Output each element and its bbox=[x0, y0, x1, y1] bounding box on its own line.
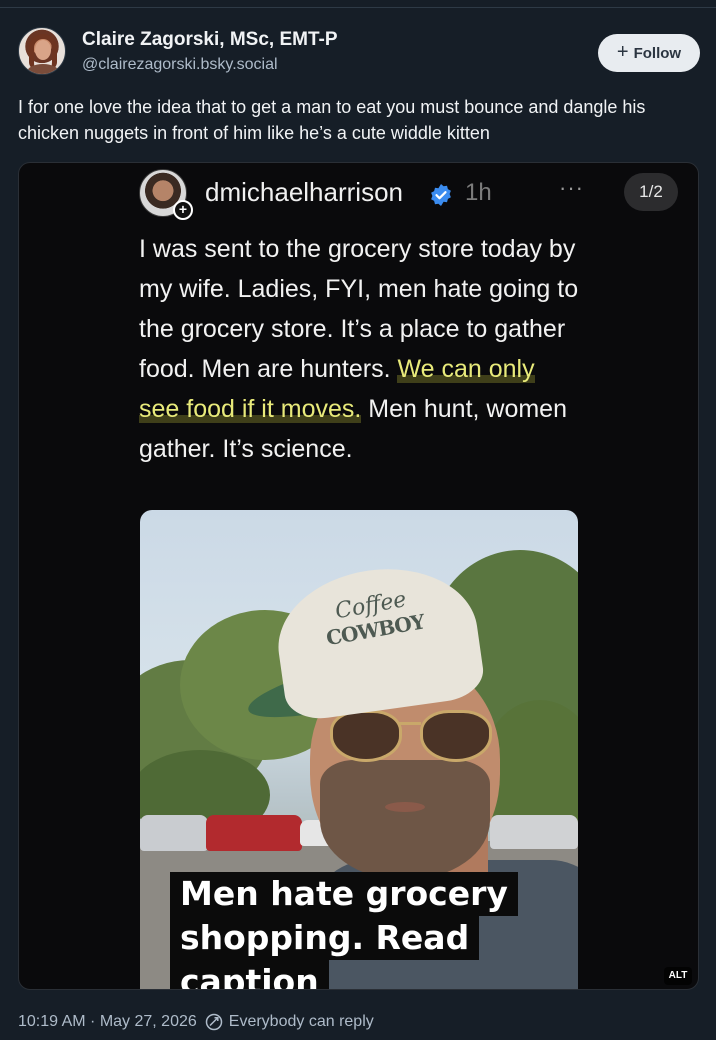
author-avatar[interactable] bbox=[18, 27, 66, 75]
post-timestamp[interactable]: 10:19 AM · May 27, 2026 bbox=[18, 1013, 197, 1031]
plus-icon: + bbox=[616, 41, 629, 63]
top-divider bbox=[0, 0, 716, 8]
video-caption-line: caption bbox=[170, 960, 329, 989]
alt-text-badge[interactable]: ALT bbox=[664, 967, 692, 985]
follow-label: Follow bbox=[633, 44, 682, 62]
page-indicator: 1/2 bbox=[624, 173, 678, 211]
reply-setting-label: Everybody can reply bbox=[228, 1013, 374, 1030]
post-text: I for one love the idea that to get a ma… bbox=[18, 97, 646, 143]
reply-settings-icon bbox=[205, 1013, 223, 1031]
follow-button[interactable]: + Follow bbox=[598, 34, 700, 72]
video-caption-line: Men hate grocery bbox=[170, 872, 518, 916]
embedded-time: 1h bbox=[465, 179, 492, 206]
embedded-post-header: + dmichaelharrison 1h ··· bbox=[139, 169, 689, 221]
post-header: Claire Zagorski, MSc, EMT-P @clairezagor… bbox=[18, 26, 700, 80]
embedded-post-text: I was sent to the grocery store today by… bbox=[139, 229, 579, 469]
post-footer: 10:19 AM · May 27, 2026 Everybody can re… bbox=[18, 1010, 708, 1034]
embedded-image[interactable]: + dmichaelharrison 1h ··· 1/2 I was sent… bbox=[18, 162, 699, 990]
embedded-username: dmichaelharrison bbox=[205, 177, 403, 207]
selfie-photo: Coffee COWBOY Men hate grocery shopping.… bbox=[140, 510, 578, 989]
video-caption-line: shopping. Read bbox=[170, 916, 480, 960]
add-follow-icon: + bbox=[173, 200, 193, 220]
author-handle[interactable]: @clairezagorski.bsky.social bbox=[82, 56, 278, 74]
more-options-icon: ··· bbox=[559, 175, 584, 200]
verified-badge-icon bbox=[431, 184, 451, 206]
author-display-name[interactable]: Claire Zagorski, MSc, EMT-P bbox=[82, 29, 338, 51]
